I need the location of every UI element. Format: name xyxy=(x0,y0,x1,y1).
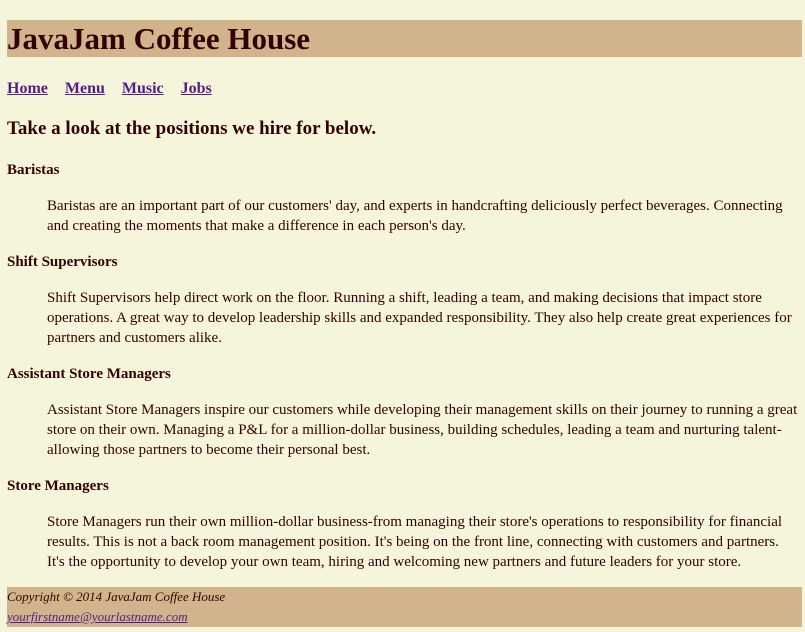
position-title-baristas: Baristas xyxy=(7,162,60,178)
nav-link-music[interactable]: Music xyxy=(122,80,164,97)
position-description-assistant-store-managers: Assistant Store Managers inspire our cus… xyxy=(47,402,798,458)
position-title-assistant-store-managers: Assistant Store Managers xyxy=(7,366,171,382)
position-description-shift-supervisors: Shift Supervisors help direct work on th… xyxy=(47,290,792,346)
nav-link-menu[interactable]: Menu xyxy=(65,80,105,97)
main-nav: Home Menu Music Jobs xyxy=(7,79,225,99)
page-footer: Copyright © 2014 JavaJam Coffee House yo… xyxy=(7,587,802,627)
page-header: JavaJam Coffee House xyxy=(7,20,802,57)
position-description-baristas: Baristas are an important part of our cu… xyxy=(47,198,783,234)
nav-link-jobs[interactable]: Jobs xyxy=(181,80,212,97)
intro-heading: Take a look at the positions we hire for… xyxy=(7,118,377,139)
email-link[interactable]: yourfirstname@yourlastname.com xyxy=(7,609,188,624)
copyright-text: Copyright © 2014 JavaJam Coffee House xyxy=(7,589,226,604)
nav-link-home[interactable]: Home xyxy=(7,80,48,97)
position-title-shift-supervisors: Shift Supervisors xyxy=(7,254,118,270)
position-title-store-managers: Store Managers xyxy=(7,478,109,494)
position-description-store-managers: Store Managers run their own million-dol… xyxy=(47,514,783,570)
site-title: JavaJam Coffee House xyxy=(7,21,311,56)
